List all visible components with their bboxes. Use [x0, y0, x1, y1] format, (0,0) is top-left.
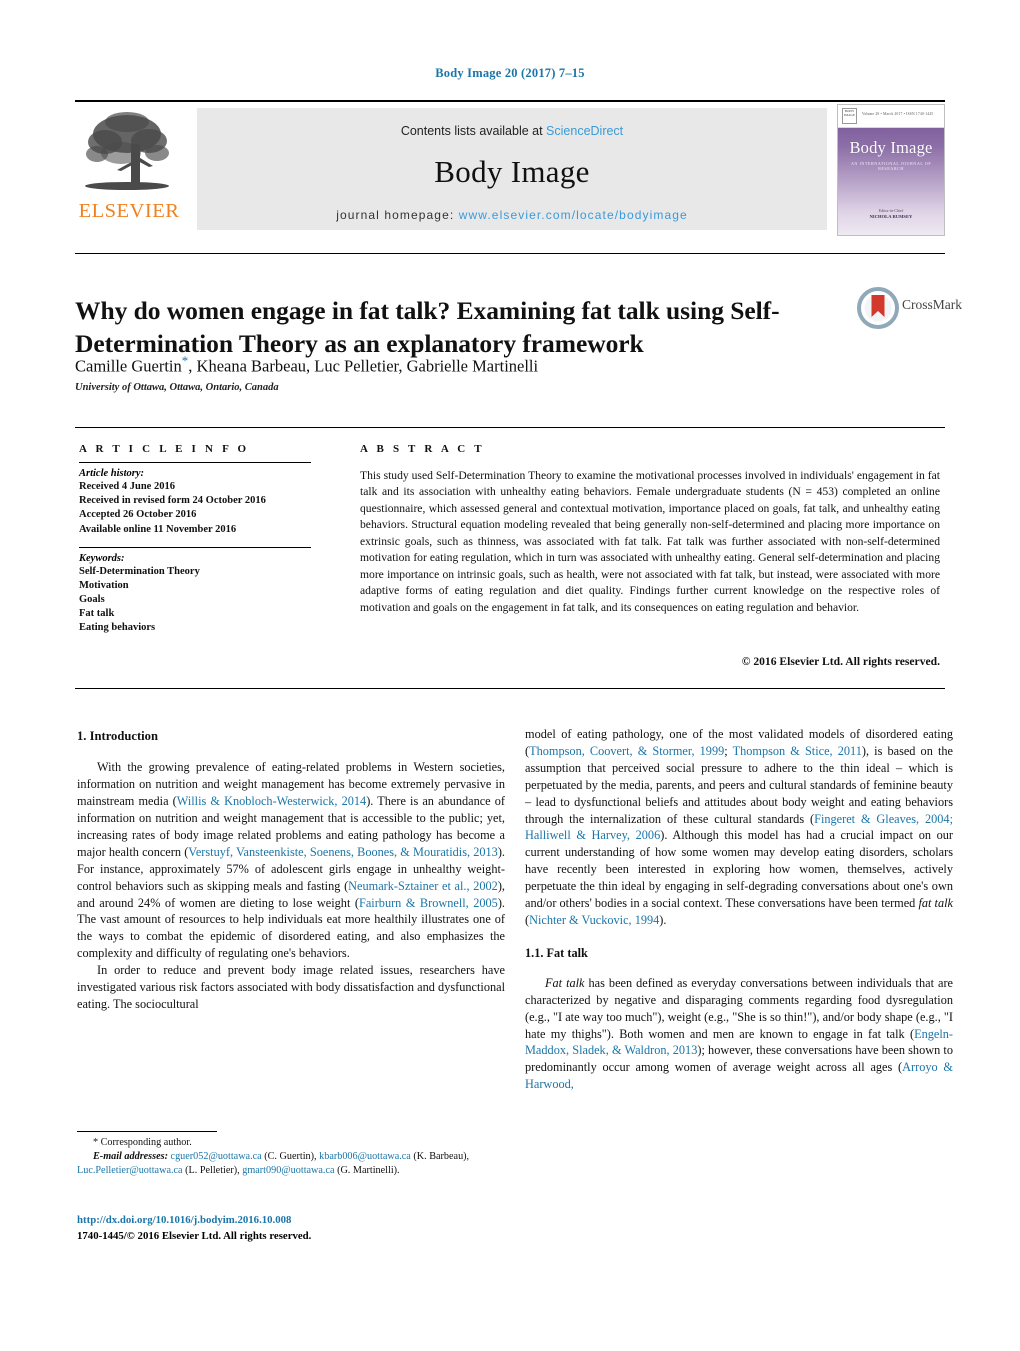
- email-link[interactable]: Luc.Pelletier@uottawa.ca: [77, 1165, 183, 1176]
- doi-block: http://dx.doi.org/10.1016/j.bodyim.2016.…: [77, 1212, 577, 1244]
- journal-masthead: ELSEVIER Contents lists available at Sci…: [75, 100, 945, 236]
- journal-cover-thumbnail: BODY IMAGE Volume 20 • March 2017 • ISSN…: [837, 104, 945, 236]
- keyword-item: Fat talk: [79, 608, 115, 620]
- elsevier-tree-icon: [85, 112, 169, 190]
- journal-homepage-line: journal homepage: www.elsevier.com/locat…: [197, 208, 827, 222]
- cover-editor-label: Editor-in-Chief: [878, 208, 904, 214]
- citation-link[interactable]: Nichter & Vuckovic, 1994: [529, 913, 659, 927]
- title-divider: [75, 253, 945, 254]
- crossmark-label: CrossMark: [902, 297, 962, 312]
- email-link[interactable]: cguer052@uottawa.ca: [171, 1151, 262, 1162]
- author-list-rest: , Kheana Barbeau, Luc Pelletier, Gabriel…: [188, 356, 539, 376]
- masthead-banner: Contents lists available at ScienceDirec…: [197, 108, 827, 230]
- paragraph: Fat talk has been defined as everyday co…: [525, 975, 953, 1093]
- citation-link[interactable]: Neumark-Sztainer et al., 2002: [348, 879, 498, 893]
- history-item: Received in revised form 24 October 2016: [79, 495, 266, 507]
- affiliation: University of Ottawa, Ottawa, Ontario, C…: [75, 382, 279, 393]
- body-column-left: 1. Introduction With the growing prevale…: [77, 728, 505, 1013]
- homepage-url-link[interactable]: www.elsevier.com/locate/bodyimage: [459, 208, 688, 222]
- citation-link[interactable]: Willis & Knobloch-Westerwick, 2014: [177, 794, 366, 808]
- email-addresses-label: E-mail addresses:: [93, 1151, 168, 1163]
- cover-editor-name: NICHOLA RUMSEY: [869, 214, 913, 220]
- paragraph-text: ).: [659, 912, 667, 927]
- page-title: Why do women engage in fat talk? Examini…: [75, 296, 780, 359]
- history-item: Available online 11 November 2016: [79, 523, 237, 535]
- issn-copyright-line: 1740-1445/© 2016 Elsevier Ltd. All right…: [77, 1230, 312, 1243]
- history-item: Accepted 26 October 2016: [79, 509, 197, 521]
- footnote-block: * Corresponding author. E-mail addresses…: [77, 1136, 505, 1178]
- keyword-item: Eating behaviors: [79, 622, 156, 634]
- footnote-divider: [77, 1131, 217, 1132]
- author-corresponding: Camille Guertin: [75, 356, 182, 376]
- keywords-label: Keywords:: [79, 552, 125, 564]
- journal-title: Body Image: [434, 154, 590, 189]
- email-note: E-mail addresses: cguer052@uottawa.ca (C…: [77, 1150, 505, 1178]
- email-owner: (L. Pelletier),: [182, 1165, 243, 1177]
- section-heading-introduction: 1. Introduction: [77, 729, 158, 743]
- journal-article-page: Body Image 20 (2017) 7–15 ELSEVIER Conte…: [0, 0, 1020, 1351]
- keyword-item: Goals: [79, 594, 105, 606]
- cover-top-bar: BODY IMAGE Volume 20 • March 2017 • ISSN…: [838, 105, 944, 128]
- citation-link[interactable]: Thompson & Stice, 2011: [733, 744, 862, 758]
- cover-subtitle: AN INTERNATIONAL JOURNAL OF RESEARCH: [850, 161, 932, 171]
- article-info-heading: A R T I C L E I N F O: [79, 443, 250, 455]
- paragraph: model of eating pathology, one of the mo…: [525, 726, 953, 929]
- paragraph-text: ;: [724, 743, 733, 758]
- running-head: Body Image 20 (2017) 7–15: [435, 66, 585, 80]
- homepage-label: journal homepage:: [336, 208, 459, 222]
- email-owner: (G. Martinelli).: [334, 1165, 400, 1177]
- keyword-item: Motivation: [79, 579, 129, 591]
- abstract-divider: [75, 688, 945, 689]
- abstract-heading: A B S T R A C T: [360, 443, 485, 455]
- email-owner: (C. Guertin),: [261, 1151, 320, 1163]
- sciencedirect-link[interactable]: ScienceDirect: [546, 124, 623, 138]
- elsevier-wordmark: ELSEVIER: [78, 200, 180, 222]
- email-link[interactable]: gmart090@uottawa.ca: [242, 1165, 334, 1176]
- history-item: Received 4 June 2016: [79, 481, 175, 492]
- cover-title: Body Image: [849, 138, 933, 157]
- doi-link[interactable]: http://dx.doi.org/10.1016/j.bodyim.2016.…: [77, 1212, 577, 1228]
- copyright-line: © 2016 Elsevier Ltd. All rights reserved…: [741, 655, 940, 668]
- email-owner: (K. Barbeau),: [410, 1151, 470, 1163]
- abstract-text: This study used Self-Determination Theor…: [360, 469, 940, 614]
- paragraph: In order to reduce and prevent body imag…: [77, 963, 505, 1011]
- subsection-heading-fat-talk: 1.1. Fat talk: [525, 945, 588, 960]
- citation-link[interactable]: Verstuyf, Vansteenkiste, Soenens, Boones…: [188, 845, 498, 859]
- contents-available-line: Contents lists available at ScienceDirec…: [197, 108, 827, 138]
- cover-top-line: Volume 20 • March 2017 • ISSN 1740-1445: [862, 112, 934, 116]
- contents-prefix: Contents lists available at: [400, 124, 547, 138]
- body-column-right: model of eating pathology, one of the mo…: [525, 726, 953, 1093]
- crossmark-icon: [857, 287, 899, 329]
- article-info-block: Article history: Received 4 June 2016 Re…: [79, 462, 311, 636]
- elsevier-logo: ELSEVIER: [75, 108, 183, 230]
- info-divider: [75, 427, 945, 428]
- paragraph-text: has been defined as everyday conversatio…: [525, 975, 954, 1041]
- email-link[interactable]: kbarb006@uottawa.ca: [319, 1151, 411, 1162]
- citation-link[interactable]: Thompson, Coovert, & Stormer, 1999: [529, 744, 724, 758]
- term-fat-talk: fat talk: [918, 896, 953, 911]
- info-rule-mid: [79, 546, 311, 548]
- corresponding-author-note: * Corresponding author.: [93, 1137, 192, 1148]
- term-fat-talk: Fat talk: [545, 975, 585, 990]
- cover-footer: Editor-in-Chief NICHOLA RUMSEY: [838, 208, 944, 221]
- citation-link[interactable]: Fairburn & Brownell, 2005: [359, 896, 498, 910]
- crossmark-badge[interactable]: CrossMark: [856, 286, 962, 330]
- info-rule-top: [79, 462, 311, 463]
- paragraph: With the growing prevalence of eating-re…: [77, 759, 505, 962]
- author-list: Camille Guertin*, Kheana Barbeau, Luc Pe…: [75, 353, 835, 377]
- keyword-item: Self-Determination Theory: [79, 565, 200, 577]
- article-history-label: Article history:: [79, 468, 145, 479]
- cover-badge: BODY IMAGE: [842, 108, 857, 124]
